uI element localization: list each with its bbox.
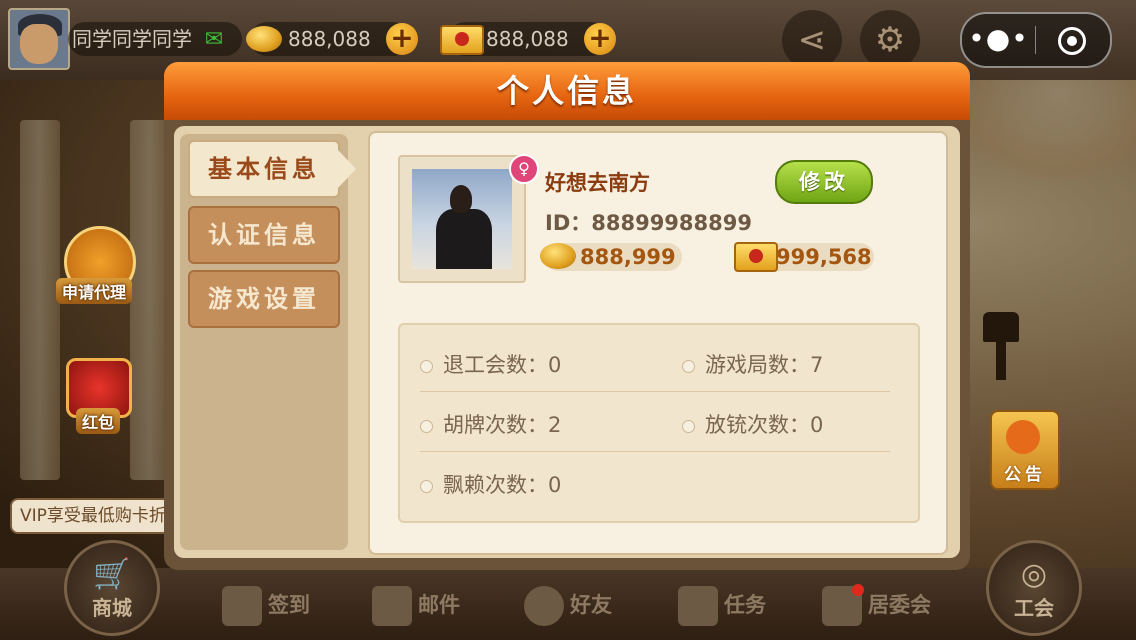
user-avatar[interactable]: [8, 8, 70, 70]
tab-game-settings[interactable]: 游戏设置: [188, 270, 340, 328]
mail-icon: [372, 586, 412, 626]
profile-id: ID：88899988899: [545, 211, 752, 235]
bullet-icon: [682, 419, 695, 433]
stat-discards-text: 放铳次数：0: [705, 413, 824, 437]
photo-figure-body: [436, 209, 492, 269]
stat-games-played: 游戏局数：7: [682, 349, 823, 379]
tab-basic-info[interactable]: 基本信息: [188, 140, 356, 198]
profile-nickname: 好想去南方: [545, 171, 650, 195]
gold-coin-icon: [540, 243, 576, 269]
stats-divider: [420, 391, 890, 392]
stats-panel: 退工会数：0 游戏局数：7 胡牌次数：2 放铳次数：0 飘赖次数：0: [398, 323, 920, 523]
stat-discards: 放铳次数：0: [682, 409, 823, 439]
nav-tasks-label: 任务: [724, 593, 766, 617]
photo-figure-head: [450, 185, 472, 213]
shop-button[interactable]: 🛒 商城: [64, 540, 160, 636]
union-label: 工会: [1014, 596, 1054, 620]
tab-verification[interactable]: 认证信息: [188, 206, 340, 264]
stat-games-played-text: 游戏局数：7: [705, 353, 824, 377]
nav-mail-label: 邮件: [418, 593, 460, 617]
nav-mail[interactable]: 邮件: [372, 580, 460, 630]
avatar-face: [20, 24, 58, 64]
user-nickname-text: 同学同学同学: [72, 27, 192, 51]
bullet-icon: [420, 479, 433, 493]
friends-icon: [524, 586, 564, 626]
stat-quit-union-text: 退工会数：0: [443, 353, 562, 377]
stat-wins: 胡牌次数：2: [420, 409, 561, 439]
shop-label: 商城: [92, 596, 132, 620]
stat-quit-union: 退工会数：0: [420, 349, 561, 379]
add-card-button[interactable]: +: [584, 23, 616, 55]
female-gender-icon: ♀: [509, 154, 539, 184]
capsule-divider: [1035, 26, 1036, 54]
stat-wins-text: 胡牌次数：2: [443, 413, 562, 437]
megaphone-icon: [1006, 420, 1040, 454]
dialog-title: 个人信息: [496, 72, 637, 110]
room-card-icon: [734, 242, 778, 272]
room-card-icon: [440, 25, 484, 55]
notification-dot: [852, 584, 864, 596]
stat-piaolai-text: 飘赖次数：0: [443, 473, 562, 497]
profile-gold-text: 888,999: [580, 245, 676, 269]
nav-committee[interactable]: 居委会: [822, 580, 931, 630]
agent-label[interactable]: 申请代理: [56, 278, 133, 304]
stats-divider: [420, 451, 890, 452]
house-icon: [822, 584, 864, 626]
notice-button[interactable]: 公告: [990, 410, 1060, 490]
vip-tooltip-text: VIP享受最低购卡折: [20, 506, 166, 526]
wechat-icon: ✉: [204, 27, 224, 52]
edit-profile-button[interactable]: 修改: [775, 160, 873, 204]
profile-content: ♀ 好想去南方 修改 ID：88899988899 888,999 999,56…: [368, 131, 948, 555]
gold-balance-text: 888,088: [288, 27, 371, 51]
nav-tasks[interactable]: 任务: [678, 580, 766, 630]
add-gold-button[interactable]: +: [386, 23, 418, 55]
dialog-tab-column: 基本信息 认证信息 游戏设置: [180, 134, 356, 550]
profile-dialog: 基本信息 认证信息 游戏设置 ♀ 好想去南方 修改 ID：88899988899…: [164, 62, 970, 570]
profile-photo: [412, 169, 512, 269]
notice-label: 公告: [1004, 465, 1046, 485]
share-icon: ⋖: [797, 20, 827, 60]
checklist-icon: [678, 586, 718, 626]
bullet-icon: [420, 359, 433, 373]
gold-coin-icon: [246, 26, 282, 52]
nav-friends-label: 好友: [570, 593, 612, 617]
dialog-body: 基本信息 认证信息 游戏设置 ♀ 好想去南方 修改 ID：88899988899…: [174, 126, 960, 558]
card-balance-text: 888,088: [486, 27, 569, 51]
profile-photo-frame: [398, 155, 526, 283]
profile-card-text: 999,568: [776, 245, 872, 269]
bullet-icon: [420, 419, 433, 433]
more-menu-button[interactable]: •●•: [962, 14, 1035, 66]
union-button[interactable]: ◎ 工会: [986, 540, 1082, 636]
calendar-icon: [222, 586, 262, 626]
nav-friends[interactable]: 好友: [524, 580, 612, 630]
red-packet-label[interactable]: 红包: [76, 408, 121, 434]
nav-committee-label: 居委会: [868, 593, 931, 617]
close-miniprogram-button[interactable]: [1058, 27, 1086, 55]
dialog-frame: 基本信息 认证信息 游戏设置 ♀ 好想去南方 修改 ID：88899988899…: [164, 118, 970, 570]
miniprogram-capsule: •●•: [960, 12, 1112, 68]
union-icon: ◎: [1020, 557, 1048, 592]
nav-signin[interactable]: 签到: [222, 580, 310, 630]
settings-button[interactable]: ⚙: [860, 10, 920, 70]
share-button[interactable]: ⋖: [782, 10, 842, 70]
cart-icon: 🛒: [93, 557, 131, 592]
bullet-icon: [682, 359, 695, 373]
gear-icon: ⚙: [874, 20, 906, 60]
stat-piaolai: 飘赖次数：0: [420, 469, 561, 499]
nav-signin-label: 签到: [268, 593, 310, 617]
